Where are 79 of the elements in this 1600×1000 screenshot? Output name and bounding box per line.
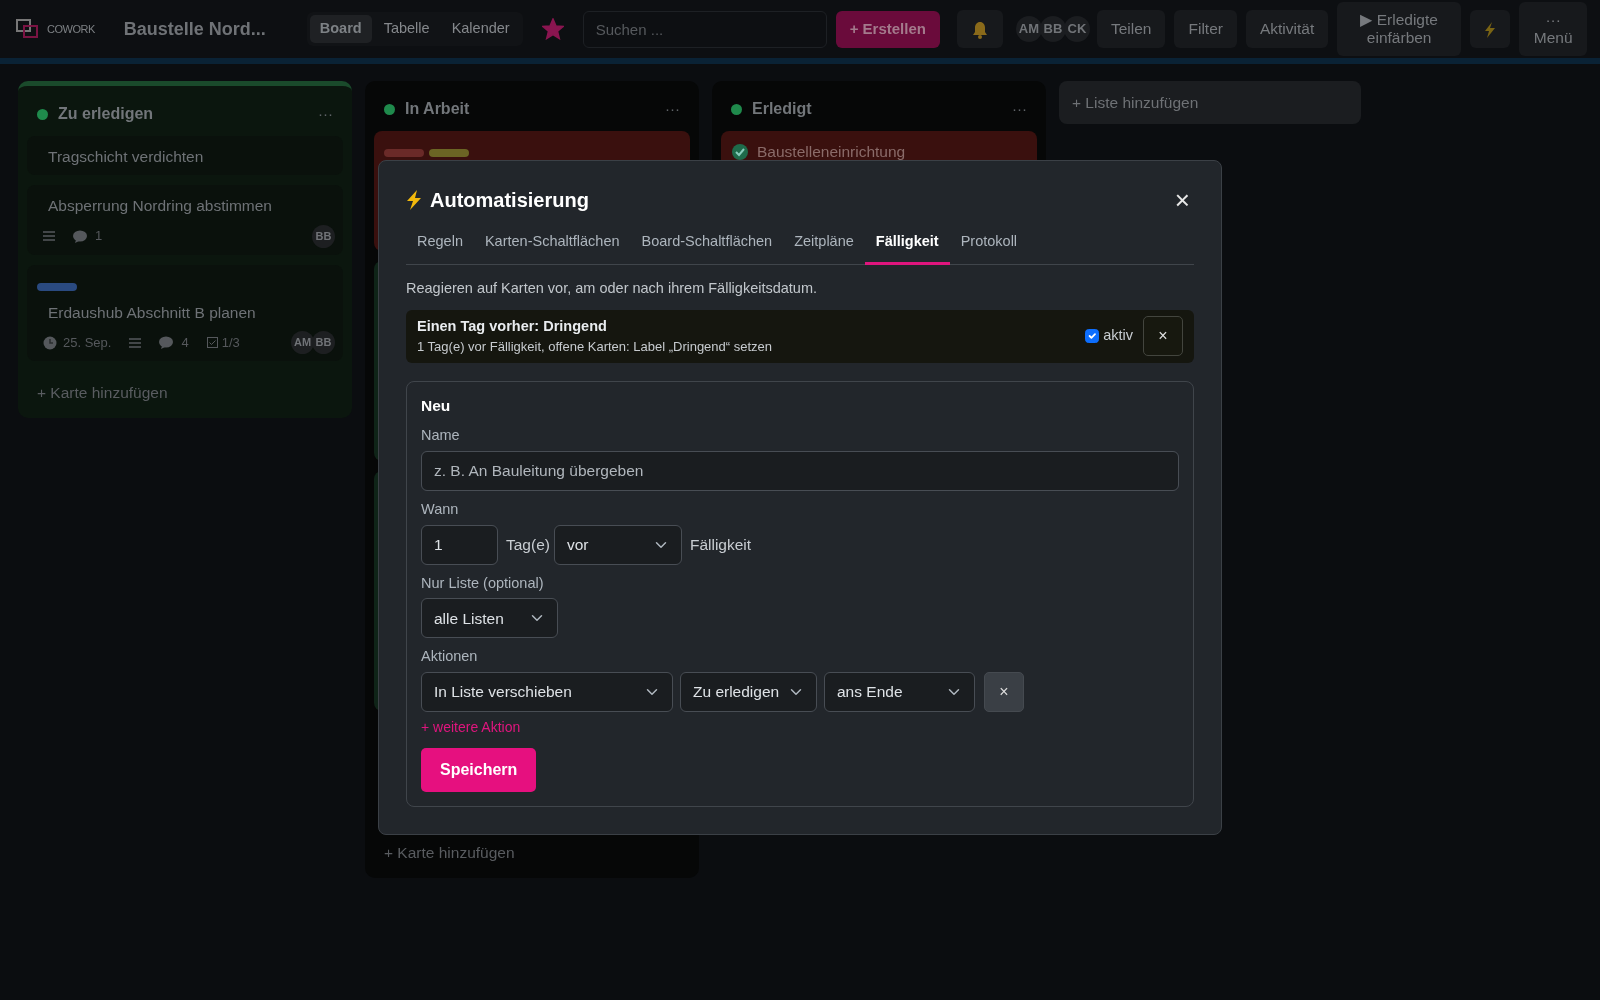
- action-select[interactable]: In Liste verschieben: [421, 672, 673, 712]
- member-avatar[interactable]: CK: [1063, 16, 1090, 42]
- card[interactable]: Absperrung Nordring abstimmen 1 BB: [27, 185, 343, 255]
- tab[interactable]: Regeln: [406, 223, 474, 265]
- list-menu-button[interactable]: ···: [318, 102, 333, 126]
- field-label: Name: [421, 426, 461, 445]
- toolbar-button[interactable]: Aktivität: [1245, 10, 1329, 48]
- active-checkbox[interactable]: [1084, 328, 1100, 344]
- list-menu-button[interactable]: ···: [1012, 97, 1027, 121]
- create-button[interactable]: + Erstellen: [835, 10, 940, 48]
- list-select[interactable]: alle Listen: [421, 598, 558, 639]
- add-card-link[interactable]: + Karte hinzufügen: [27, 371, 343, 405]
- toolbar-button[interactable]: ▶ Erledigte einfärben: [1337, 2, 1462, 56]
- remove-action-button[interactable]: ×: [984, 672, 1024, 712]
- star-icon[interactable]: [541, 18, 564, 40]
- search-field[interactable]: Suchen ...: [582, 10, 827, 48]
- direction-select[interactable]: vor: [553, 524, 682, 565]
- active-label: aktiv: [1103, 326, 1133, 346]
- card-title: Erdaushub Abschnitt B planen: [48, 302, 256, 323]
- view-tab[interactable]: Tabelle: [373, 15, 440, 43]
- card[interactable]: Tragschicht verdichten: [27, 136, 343, 176]
- member-avatar: BB: [312, 224, 335, 248]
- comment-icon: [159, 336, 174, 349]
- due-date: 25. Sep.: [63, 333, 112, 352]
- close-button[interactable]: ×: [1170, 187, 1194, 213]
- tab[interactable]: Zeitpläne: [783, 223, 865, 265]
- card-title: Baustelleneinrichtung: [757, 142, 906, 162]
- member-avatar[interactable]: BB: [1039, 16, 1066, 42]
- field-label: Aktionen: [421, 647, 479, 667]
- card[interactable]: Erdaushub Abschnitt B planen 25. Sep. 4 1/3 AM BB: [27, 264, 343, 361]
- checklist-count: 1/3: [221, 333, 240, 352]
- list-menu-button[interactable]: ···: [665, 97, 680, 121]
- lightning-icon: [406, 190, 422, 210]
- member-avatar[interactable]: AM: [1015, 16, 1042, 42]
- lightning-icon: [1484, 22, 1497, 39]
- field-label: Wann: [421, 499, 460, 519]
- comment-count: 1: [95, 227, 103, 246]
- add-action-link[interactable]: + weitere Aktion: [421, 717, 521, 738]
- tab[interactable]: Karten-Schaltflächen: [473, 223, 631, 265]
- logo-text: COWORK: [47, 21, 95, 37]
- name-field[interactable]: z. B. An Bauleitung übergeben: [421, 450, 1179, 491]
- days-field[interactable]: 1: [421, 524, 498, 565]
- notifications-button[interactable]: [956, 10, 1003, 48]
- tab[interactable]: Fälligkeit: [864, 223, 950, 265]
- rule-title: Einen Tag vorher: Dringend: [417, 316, 608, 336]
- comment-icon: [73, 229, 87, 243]
- tab[interactable]: Protokoll: [949, 223, 1029, 265]
- field-label: Nur Liste (optional): [421, 573, 545, 593]
- board-title: Baustelle Nord...: [123, 17, 266, 41]
- card-title: Absperrung Nordring abstimmen: [48, 196, 272, 217]
- delete-button[interactable]: ×: [1143, 316, 1183, 357]
- checklist-icon: [206, 337, 218, 348]
- unit-label: Tag(e): [506, 534, 550, 555]
- suffix-label: Fälligkeit: [689, 534, 752, 555]
- member-avatar: BB: [312, 331, 335, 354]
- logo-icon: [16, 19, 38, 39]
- toolbar-button[interactable]: Filter: [1174, 10, 1237, 48]
- automation-button[interactable]: [1470, 10, 1511, 48]
- list-title: Zu erledigen: [58, 104, 154, 124]
- member-avatar: AM: [291, 331, 314, 354]
- save-button[interactable]: Speichern: [421, 748, 537, 792]
- bell-icon: [970, 21, 989, 40]
- menu-button[interactable]: ··· Menü: [1519, 2, 1588, 56]
- card-title: Tragschicht verdichten: [48, 147, 204, 167]
- list-title: In Arbeit: [405, 99, 470, 119]
- position-select[interactable]: ans Ende: [824, 672, 975, 712]
- comment-count: 4: [181, 333, 189, 352]
- view-tab[interactable]: Board: [309, 15, 372, 43]
- form-heading: Neu: [421, 395, 452, 416]
- tab[interactable]: Board-Schaltflächen: [630, 223, 784, 265]
- description-text: Reagieren auf Karten vor, am oder nach ihrem Fälligkeitsdatum.: [406, 278, 819, 298]
- target-list-select[interactable]: Zu erledigen: [680, 672, 817, 712]
- view-tab[interactable]: Kalender: [441, 15, 520, 43]
- list-title: Erledigt: [752, 99, 812, 119]
- toolbar-button[interactable]: Teilen: [1096, 10, 1166, 48]
- dialog-title: Automatisierung: [430, 188, 589, 213]
- rule-summary: 1 Tag(e) vor Fälligkeit, offene Karten: Label „Dringend“ setzen: [417, 338, 773, 357]
- add-list-button[interactable]: + Liste hinzufügen: [1059, 81, 1361, 125]
- clock-icon: [43, 335, 57, 350]
